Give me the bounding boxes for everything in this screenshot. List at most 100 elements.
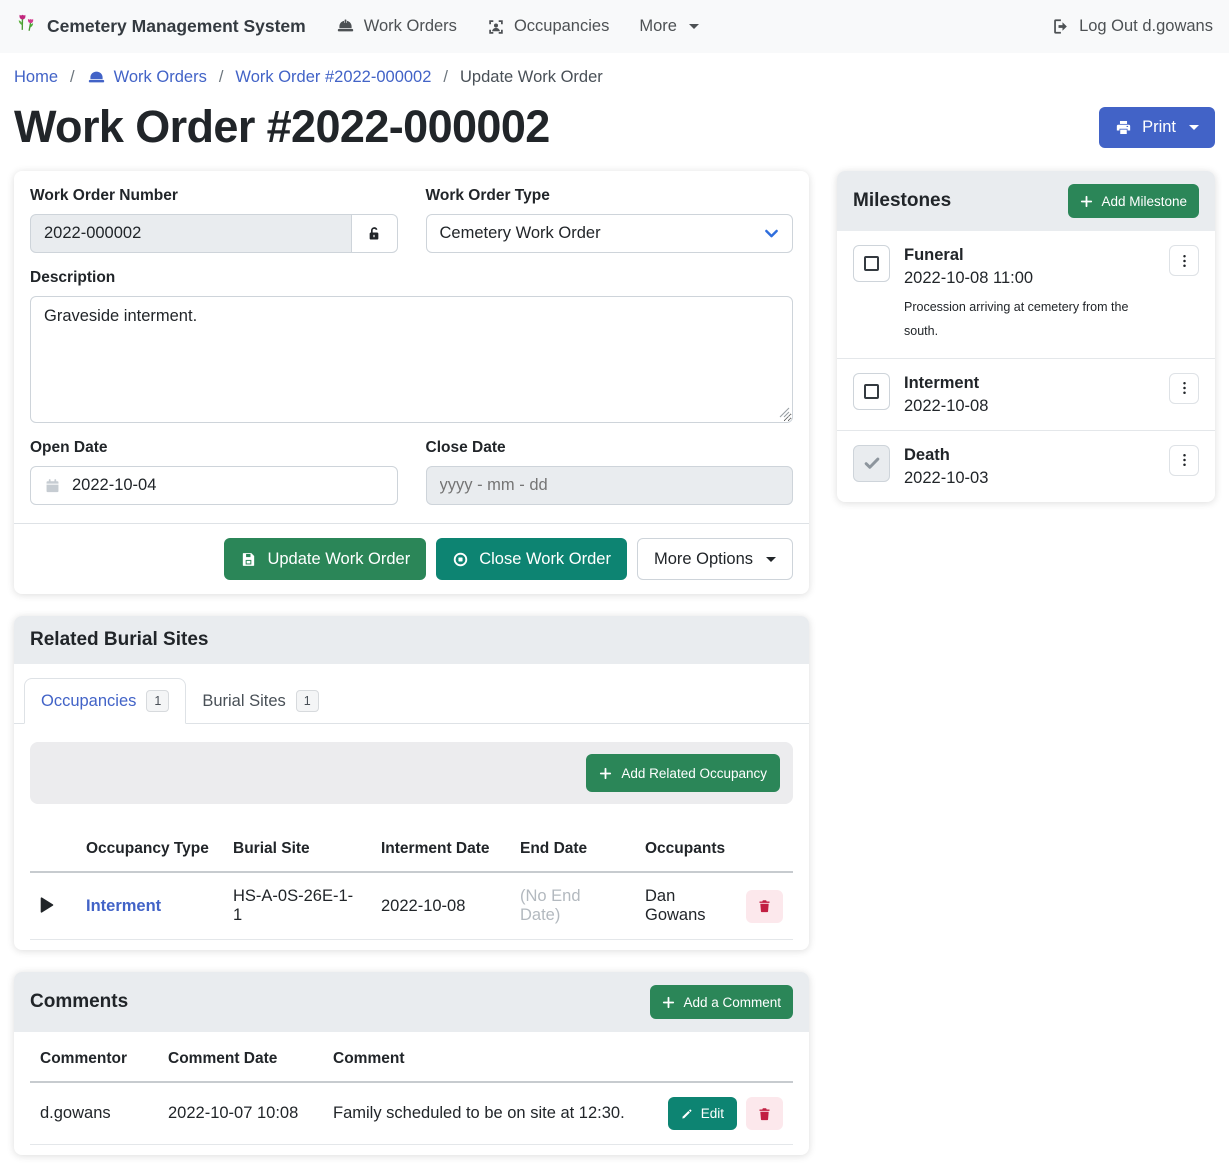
open-date-label: Open Date: [30, 439, 398, 457]
app-brand[interactable]: Cemetery Management System: [16, 13, 306, 40]
tab-occupancies[interactable]: Occupancies 1: [24, 678, 186, 724]
open-date-input[interactable]: 2022-10-04: [30, 466, 398, 505]
comment-date-cell: 2022-10-07 10:08: [158, 1082, 323, 1145]
plus-icon: [1080, 195, 1093, 208]
tab-burial-sites[interactable]: Burial Sites 1: [186, 679, 334, 723]
update-work-order-button[interactable]: Update Work Order: [224, 538, 426, 580]
kebab-icon: [1182, 254, 1187, 268]
work-order-type-label: Work Order Type: [426, 187, 794, 205]
comments-card: Comments Add a Comment Commentor Comment…: [14, 972, 809, 1155]
unlock-button[interactable]: [352, 214, 398, 253]
nav-item-work-orders[interactable]: Work Orders: [336, 17, 457, 36]
add-milestone-label: Add Milestone: [1101, 194, 1187, 209]
related-title: Related Burial Sites: [30, 629, 208, 651]
breadcrumb-separator: /: [70, 68, 75, 87]
save-icon: [240, 551, 257, 568]
logout-icon: [1051, 17, 1070, 36]
print-label: Print: [1142, 118, 1176, 137]
add-milestone-button[interactable]: Add Milestone: [1068, 184, 1199, 218]
milestone-checkbox[interactable]: [853, 373, 890, 410]
milestone-menu-button[interactable]: [1169, 373, 1199, 404]
comment-cell: Family scheduled to be on site at 12:30.: [323, 1082, 658, 1145]
comment-row: d.gowans 2022-10-07 10:08 Family schedul…: [30, 1082, 793, 1145]
kebab-icon: [1182, 381, 1187, 395]
milestone-checkbox[interactable]: [853, 245, 890, 282]
milestone-item: Funeral 2022-10-08 11:00 Procession arri…: [837, 231, 1215, 358]
description-field: Description Graveside interment.: [30, 269, 793, 423]
work-order-type-value: Cemetery Work Order: [440, 224, 601, 243]
checkbox-unchecked-icon: [864, 384, 879, 399]
printer-icon: [1115, 119, 1132, 136]
add-comment-label: Add a Comment: [683, 995, 781, 1010]
occupancies-count-badge: 1: [146, 690, 169, 712]
occupancies-toolbar: Add Related Occupancy: [30, 742, 793, 804]
description-textarea[interactable]: Graveside interment.: [30, 296, 793, 423]
trash-icon: [757, 898, 772, 914]
delete-comment-button[interactable]: [746, 1097, 783, 1130]
milestone-date: 2022-10-03: [904, 469, 1155, 488]
edit-label: Edit: [701, 1106, 724, 1121]
milestone-title: Funeral: [904, 246, 1155, 265]
column-header: Commentor: [30, 1038, 158, 1082]
chevron-down-icon: [764, 226, 779, 241]
add-related-occupancy-button[interactable]: Add Related Occupancy: [586, 754, 780, 792]
milestone-menu-button[interactable]: [1169, 445, 1199, 476]
nav-item-more[interactable]: More: [639, 17, 699, 36]
caret-down-icon: [766, 557, 776, 562]
edit-comment-button[interactable]: Edit: [668, 1097, 737, 1130]
logout-button[interactable]: Log Out d.gowans: [1051, 17, 1213, 36]
close-date-field: Close Date: [426, 439, 794, 505]
print-button[interactable]: Print: [1099, 107, 1215, 148]
breadcrumb-work-orders[interactable]: Work Orders: [87, 68, 207, 87]
burial-sites-count-badge: 1: [296, 690, 319, 712]
plus-icon: [599, 767, 612, 780]
breadcrumb-separator: /: [219, 68, 224, 87]
milestone-title: Death: [904, 446, 1155, 465]
kebab-icon: [1182, 453, 1187, 467]
portrait-frame-icon: [487, 18, 505, 36]
checkbox-unchecked-icon: [864, 256, 879, 271]
comments-title: Comments: [30, 991, 128, 1013]
milestones-card: Milestones Add Milestone Funeral 2022-10…: [837, 171, 1215, 502]
nav-item-label: More: [639, 17, 677, 36]
add-related-occupancy-label: Add Related Occupancy: [621, 766, 767, 781]
related-burial-sites-card: Related Burial Sites Occupancies 1 Buria…: [14, 616, 809, 950]
pencil-icon: [681, 1108, 693, 1120]
circle-stop-icon: [452, 551, 469, 568]
breadcrumb-separator: /: [443, 68, 448, 87]
close-date-input[interactable]: [426, 466, 794, 505]
occupancy-type-link[interactable]: Interment: [86, 897, 161, 915]
work-order-type-select[interactable]: Cemetery Work Order: [426, 214, 794, 253]
milestone-date: 2022-10-08 11:00: [904, 269, 1155, 288]
occupants-cell: Dan Gowans: [635, 872, 736, 940]
milestone-description: Procession arriving at cemetery from the…: [904, 296, 1144, 344]
delete-occupancy-button[interactable]: [746, 890, 783, 923]
caret-down-icon: [689, 24, 699, 29]
open-date-value: 2022-10-04: [72, 476, 156, 495]
close-work-order-button[interactable]: Close Work Order: [436, 538, 627, 580]
expand-row-button[interactable]: [40, 895, 54, 915]
end-date-cell: (No End Date): [510, 872, 635, 940]
milestone-menu-button[interactable]: [1169, 245, 1199, 276]
breadcrumb: Home / Work Orders / Work Order #2022-00…: [0, 53, 1229, 99]
work-order-form-card: Work Order Number: [14, 171, 809, 594]
milestone-title: Interment: [904, 374, 1155, 393]
commentor-cell: d.gowans: [30, 1082, 158, 1145]
work-order-number-input[interactable]: [30, 214, 352, 253]
page-title: Work Order #2022-000002: [14, 101, 550, 153]
milestone-checkbox[interactable]: [853, 445, 890, 482]
nav-item-label: Work Orders: [364, 17, 457, 36]
tulip-logo-icon: [16, 13, 38, 40]
nav-item-occupancies[interactable]: Occupancies: [487, 17, 609, 36]
milestone-item: Death 2022-10-03: [837, 430, 1215, 502]
more-options-button[interactable]: More Options: [637, 538, 793, 580]
logout-label: Log Out d.gowans: [1079, 17, 1213, 36]
breadcrumb-home[interactable]: Home: [14, 68, 58, 87]
milestones-title: Milestones: [853, 190, 951, 212]
occupancy-row: Interment HS-A-0S-26E-1-1 2022-10-08 (No…: [30, 872, 793, 940]
milestone-date: 2022-10-08: [904, 397, 1155, 416]
breadcrumb-work-order-number[interactable]: Work Order #2022-000002: [235, 68, 431, 87]
work-order-number-label: Work Order Number: [30, 187, 398, 205]
add-comment-button[interactable]: Add a Comment: [650, 985, 793, 1019]
check-icon: [863, 454, 881, 472]
